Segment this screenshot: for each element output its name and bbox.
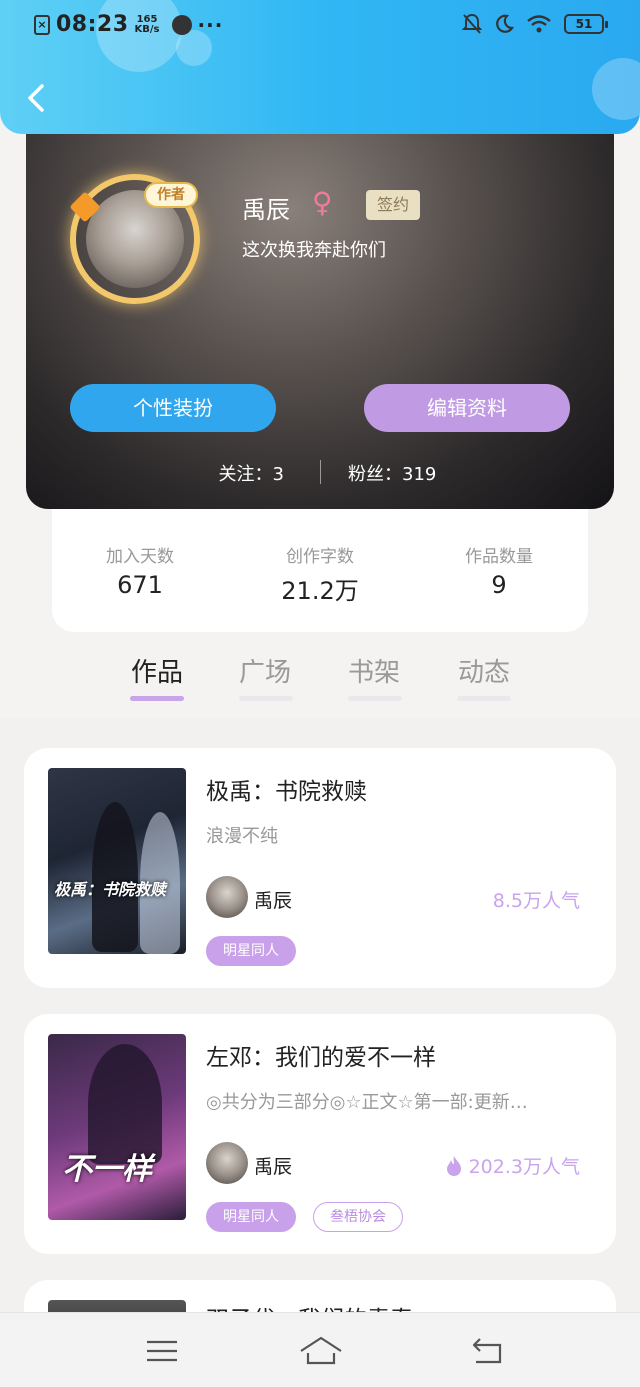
book-popularity: 8.5万人气 <box>493 886 580 913</box>
home-button[interactable] <box>298 1333 344 1369</box>
flame-icon <box>446 1155 461 1176</box>
book-title[interactable]: 双子代：我们的青春 <box>206 1300 413 1312</box>
tab-indicator <box>457 696 511 701</box>
stats-card: 加入天数 671 创作字数 21.2万 作品数量 9 <box>52 508 588 632</box>
more-dots-icon: ··· <box>197 12 224 37</box>
tab-indicator <box>130 696 184 701</box>
book-cover[interactable]: 极禹：书院救赎 <box>48 768 186 954</box>
wifi-icon <box>527 15 551 33</box>
book-popularity: 202.3万人气 <box>445 1152 580 1179</box>
stat-label: 创作字数 <box>286 547 354 567</box>
user-bio: 这次换我奔赴你们 <box>242 240 386 261</box>
status-time: 08:23 <box>56 12 129 37</box>
stat-value: 671 <box>117 571 163 599</box>
popularity-value: 202.3万人气 <box>468 1156 580 1178</box>
moon-icon <box>496 14 514 33</box>
menu-icon <box>147 1340 177 1362</box>
book-card[interactable]: 不一样 左邓：我们的爱不一样 ◎共分为三部分◎☆正文☆第一部:更新… 禹辰 20… <box>24 1014 616 1254</box>
cover-title: 不一样 <box>62 1152 152 1187</box>
following-count[interactable]: 关注：3 <box>219 460 284 486</box>
follow-stats: 关注：3 粉丝：319 <box>26 458 614 488</box>
cover-title: 极禹：书院救赎 <box>54 880 167 899</box>
stat-word-count: 创作字数 21.2万 <box>250 542 390 606</box>
gauge-icon <box>171 14 192 35</box>
battery-icon: 51 <box>564 14 608 34</box>
stat-label: 作品数量 <box>465 547 533 567</box>
fans-count[interactable]: 粉丝：319 <box>348 460 436 486</box>
tab-indicator <box>239 696 293 701</box>
tab-indicator <box>348 696 402 701</box>
author-mini-avatar <box>206 876 248 918</box>
system-nav-bar <box>0 1312 640 1387</box>
book-author: 禹辰 <box>254 890 293 912</box>
stat-value: 9 <box>491 571 507 599</box>
tab-moments[interactable]: 动态 <box>444 652 524 689</box>
book-author: 禹辰 <box>254 1156 293 1178</box>
author-mini-avatar <box>206 1142 248 1184</box>
edit-profile-button[interactable]: 编辑资料 <box>364 384 570 432</box>
book-tag[interactable]: 叁梧协会 <box>313 1202 403 1232</box>
user-name: 禹辰 <box>242 196 290 224</box>
tab-bar <box>0 632 640 720</box>
chevron-left-icon <box>28 84 44 112</box>
author-avatar[interactable]: 作者 <box>69 174 200 304</box>
speed-unit: KB/s <box>134 23 160 35</box>
top-bar: × 08:23 165 KB/s ··· 51 <box>0 0 640 134</box>
book-description: ◎共分为三部分◎☆正文☆第一部:更新… <box>206 1092 528 1113</box>
bell-muted-icon <box>462 13 482 34</box>
tab-square[interactable]: 广场 <box>225 652 305 689</box>
book-title[interactable]: 左邓：我们的爱不一样 <box>206 1038 436 1072</box>
menu-button[interactable] <box>142 1333 182 1369</box>
divider <box>320 460 321 484</box>
return-icon <box>472 1338 502 1364</box>
back-button[interactable] <box>18 78 58 118</box>
author-badge: 作者 <box>144 182 198 208</box>
network-speed: 165 KB/s <box>134 13 160 35</box>
dress-up-button[interactable]: 个性装扮 <box>70 384 276 432</box>
book-card[interactable]: 极禹：书院救赎 极禹：书院救赎 浪漫不纯 禹辰 8.5万人气 明星同人 <box>24 748 616 988</box>
book-title[interactable]: 极禹：书院救赎 <box>206 772 367 806</box>
book-tag[interactable]: 明星同人 <box>206 936 296 966</box>
book-description: 浪漫不纯 <box>206 826 278 847</box>
book-tag[interactable]: 明星同人 <box>206 1202 296 1232</box>
home-icon <box>300 1336 342 1365</box>
profile-header: 作者 禹辰 ♀ 签约 这次换我奔赴你们 个性装扮 编辑资料 关注：3 粉丝：31… <box>26 110 614 509</box>
stat-label: 加入天数 <box>106 547 174 567</box>
female-icon: ♀ <box>312 186 333 219</box>
stat-join-days: 加入天数 671 <box>70 542 210 599</box>
tab-works[interactable]: 作品 <box>117 652 197 689</box>
stat-value: 21.2万 <box>281 577 359 605</box>
speed-value: 165 <box>136 13 158 25</box>
book-cover[interactable]: 不一样 <box>48 1034 186 1220</box>
stat-works-count: 作品数量 9 <box>429 542 569 599</box>
notification-icon: × <box>34 14 50 35</box>
status-bar: × 08:23 165 KB/s ··· 51 <box>0 0 640 52</box>
decor-bubble <box>592 58 640 120</box>
signed-badge: 签约 <box>366 190 420 220</box>
popularity-value: 8.5万人气 <box>492 890 580 912</box>
return-button[interactable] <box>468 1333 508 1369</box>
tab-bookshelf[interactable]: 书架 <box>334 652 414 689</box>
